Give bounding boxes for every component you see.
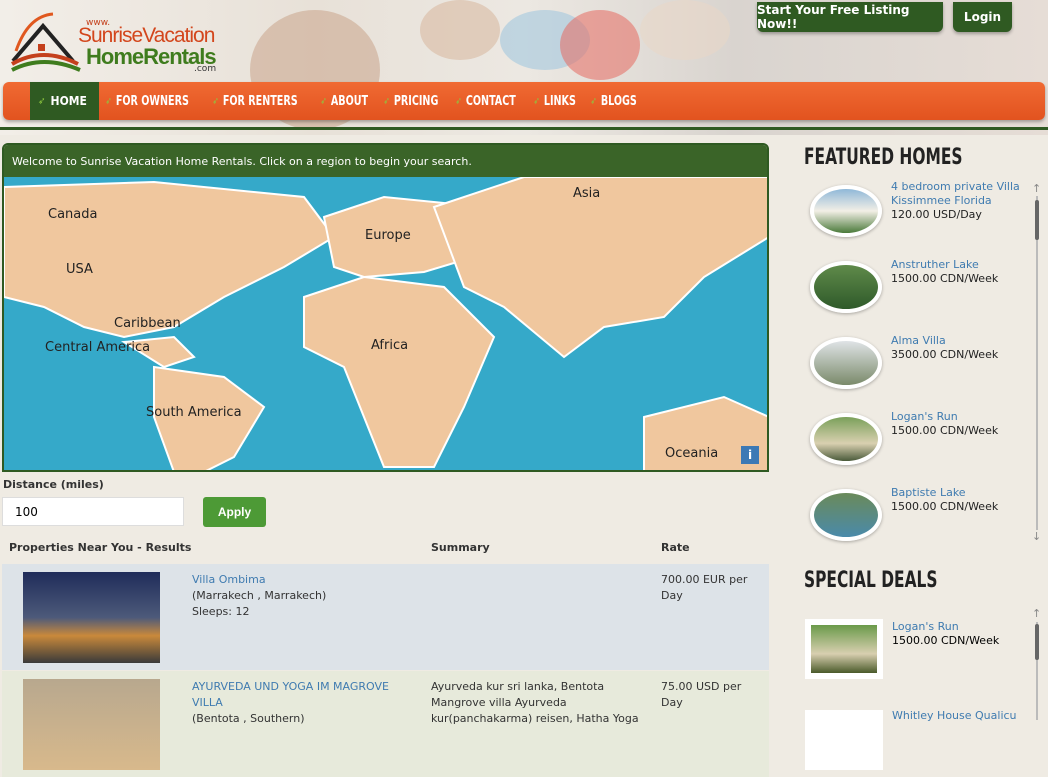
region-usa[interactable]: USA [66,262,93,277]
table-row: Villa Ombima (Marrakech , Marrakech) Sleep… [2,564,769,670]
scrollbar-thumb[interactable] [1035,200,1039,240]
scrollbar-thumb[interactable] [1035,624,1039,660]
featured-item[interactable]: Alma Villa 3500.00 CDN/Week [810,334,1030,407]
divider [0,127,1048,130]
distance-label: Distance (miles) [3,478,104,491]
nav-for-owners[interactable]: ➶ FOR OWNERS [99,82,198,120]
leaf-icon: ➶ [534,95,541,107]
region-caribbean[interactable]: Caribbean [114,316,181,331]
region-asia[interactable]: Asia [573,186,600,201]
leaf-icon: ➶ [383,95,390,107]
leaf-icon: ➶ [38,95,46,107]
results-header: Properties Near You - Results [9,541,192,554]
home-price: 1500.00 CDN/Week [891,272,999,285]
home-link[interactable]: Alma Villa [891,334,946,347]
nav-home[interactable]: ➶ HOME [30,82,99,120]
region-canada[interactable]: Canada [48,207,97,222]
home-price: 120.00 USD/Day [891,208,982,221]
region-europe[interactable]: Europe [365,228,411,243]
scroll-up-icon[interactable]: ↑ [1032,182,1041,195]
home-link[interactable]: Logan's Run [891,410,958,423]
banner-photo [560,10,640,80]
scroll-up-icon[interactable]: ↑ [1032,607,1041,620]
property-link[interactable]: Villa Ombima [192,573,266,586]
nav-links[interactable]: ➶ LINKS [527,82,585,120]
property-location: (Bentota , Southern) [192,712,305,725]
featured-item[interactable]: Baptiste Lake 1500.00 CDN/Week [810,486,1030,559]
property-link[interactable]: AYURVEDA UND YOGA IM MAGROVE VILLA [192,680,389,709]
nav-pricing[interactable]: ➶ PRICING [377,82,447,120]
nav-for-renters[interactable]: ➶ FOR RENTERS [206,82,307,120]
rate-header: Rate [661,541,690,554]
region-south-america[interactable]: South America [146,405,242,420]
home-link[interactable]: 4 bedroom private Villa Kissimmee Florid… [891,180,1020,207]
featured-scrollbar[interactable] [1035,196,1039,530]
property-location: (Marrakech , Marrakech) [192,589,327,602]
featured-item[interactable]: Logan's Run 1500.00 CDN/Week [810,410,1030,483]
free-listing-button[interactable]: Start Your Free Listing Now!! [757,2,943,32]
region-map-panel: Welcome to Sunrise Vacation Home Rentals… [2,143,769,472]
world-map[interactable]: Canada USA Caribbean Central America Sou… [4,177,767,470]
banner-photo [420,0,500,60]
property-photo[interactable] [23,572,160,663]
leaf-icon: ➶ [590,95,597,107]
deal-photo[interactable] [805,619,883,679]
deal-photo[interactable] [805,710,883,770]
property-photo[interactable] [23,679,160,770]
apply-button[interactable]: Apply [203,497,266,527]
home-price: 1500.00 CDN/Week [891,500,999,513]
leaf-icon: ➶ [212,95,219,107]
home-price: 3500.00 CDN/Week [891,348,999,361]
region-africa[interactable]: Africa [371,338,408,353]
property-rate: 75.00 USD per Day [661,680,742,709]
scroll-down-icon[interactable]: ↓ [1032,530,1041,543]
nav-contact[interactable]: ➶ CONTACT [449,82,525,120]
featured-item[interactable]: Anstruther Lake 1500.00 CDN/Week [810,258,1030,331]
deal-item[interactable]: Logan's Run 1500.00 CDN/Week [892,620,999,648]
featured-homes-title: FEATURED HOMES [804,145,963,170]
welcome-text: Welcome to Sunrise Vacation Home Rentals… [4,145,767,177]
home-photo[interactable] [810,489,882,541]
leaf-icon: ➶ [105,95,112,107]
north-america-shape [4,180,336,339]
special-deals-title: SPECIAL DEALS [804,568,938,593]
africa-shape [303,275,496,468]
deal-link[interactable]: Whitley House Qualicu [892,709,1017,722]
property-rate: 700.00 EUR per Day [661,573,748,602]
region-central-america[interactable]: Central America [45,340,150,355]
summary-header: Summary [431,541,490,554]
property-sleeps: Sleeps: 12 [192,605,250,618]
home-link[interactable]: Anstruther Lake [891,258,979,271]
nav-about[interactable]: ➶ ABOUT [314,82,377,120]
info-icon[interactable]: i [741,446,759,464]
table-row: AYURVEDA UND YOGA IM MAGROVE VILLA (Bento… [2,671,769,777]
leaf-icon: ➶ [320,95,328,107]
featured-item[interactable]: 4 bedroom private Villa Kissimmee Florid… [810,180,1030,255]
home-photo[interactable] [810,337,882,389]
home-photo[interactable] [810,413,882,465]
banner-photo [640,0,730,60]
deal-link[interactable]: Logan's Run [892,620,959,633]
sunrise-house-icon [10,12,81,72]
home-price: 1500.00 CDN/Week [891,424,999,437]
home-photo[interactable] [810,261,882,313]
deal-price: 1500.00 CDN/Week [892,634,1000,647]
home-link[interactable]: Baptiste Lake [891,486,966,499]
site-logo[interactable]: www. SunriseVacation HomeRentals .com [8,6,228,76]
nav-blogs[interactable]: ➶ BLOGS [584,82,646,120]
distance-input[interactable] [2,497,184,526]
home-photo[interactable] [810,185,882,237]
region-oceania[interactable]: Oceania [665,446,718,461]
main-nav: ➶ HOME ➶ FOR OWNERS ➶ FOR RENTERS ➶ ABOUT ➶ P… [3,82,1045,120]
deals-scrollbar[interactable] [1035,622,1039,720]
login-button[interactable]: Login [953,2,1012,32]
leaf-icon: ➶ [455,95,462,107]
